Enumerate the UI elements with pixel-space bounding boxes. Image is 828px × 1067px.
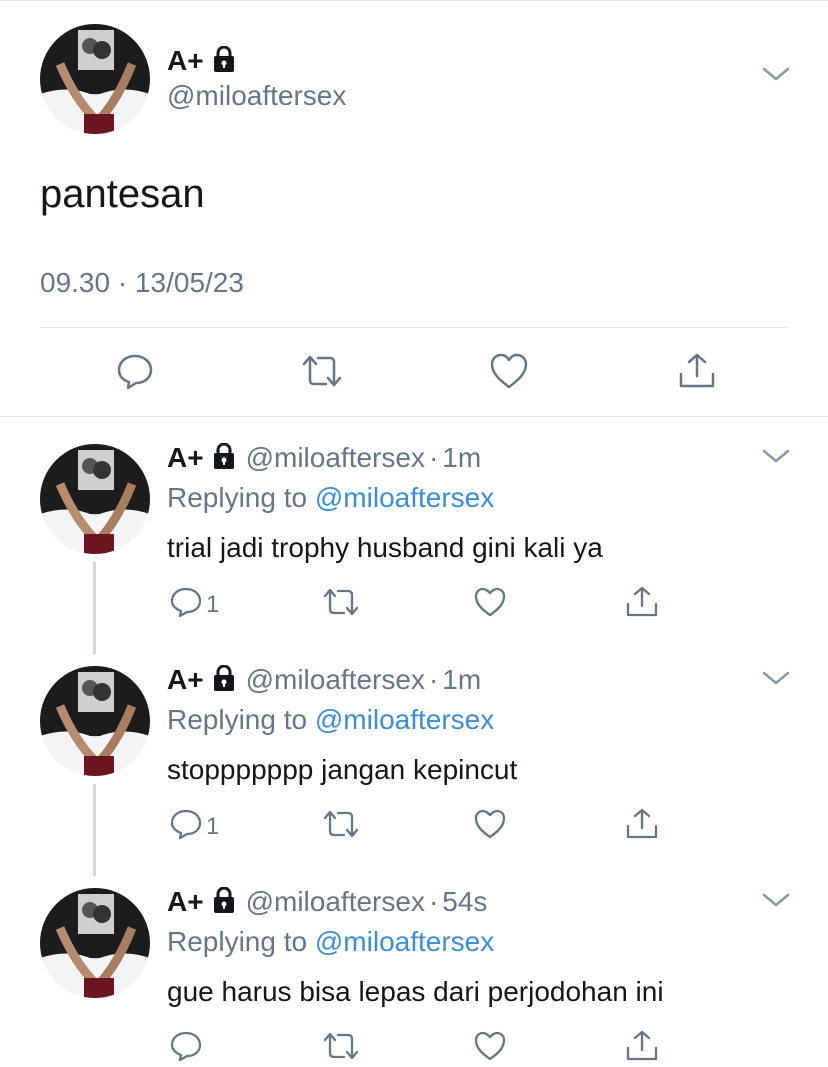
avatar[interactable] xyxy=(40,24,150,134)
author-handle[interactable]: @miloaftersex xyxy=(246,886,425,918)
like-icon[interactable] xyxy=(473,1030,507,1062)
reply-text: gue harus bisa lepas dari perjodohan ini xyxy=(167,976,664,1007)
replying-to-label: Replying to xyxy=(167,482,308,513)
avatar[interactable] xyxy=(40,666,150,776)
retweet-icon[interactable] xyxy=(322,808,360,840)
reply-button[interactable]: 1 xyxy=(170,586,219,623)
separator: · xyxy=(428,664,439,695)
reply-header: A+ @miloaftersex · 1m xyxy=(167,662,481,698)
author-name-row[interactable]: A+ xyxy=(167,44,236,78)
share-icon[interactable] xyxy=(677,352,717,395)
reply-header: A+ @miloaftersex · 54s xyxy=(167,884,487,920)
tweet-text: pantesan xyxy=(40,172,205,216)
tweet-age[interactable]: 1m xyxy=(442,664,481,696)
reply-icon xyxy=(170,1030,202,1067)
display-name[interactable]: A+ xyxy=(167,45,204,77)
replying-to-label: Replying to xyxy=(167,704,308,735)
replying-to-mention[interactable]: @miloaftersex xyxy=(315,482,494,513)
reply-icon xyxy=(170,586,202,623)
replying-to-label: Replying to xyxy=(167,926,308,957)
display-name[interactable]: A+ xyxy=(167,664,204,696)
replying-to-mention[interactable]: @miloaftersex xyxy=(315,704,494,735)
reply-icon[interactable] xyxy=(116,352,154,395)
reply-text: stoppppppp jangan kepincut xyxy=(167,754,518,785)
lock-icon xyxy=(212,664,236,696)
reply-icon xyxy=(170,808,202,845)
like-icon[interactable] xyxy=(489,352,529,395)
retweet-icon[interactable] xyxy=(300,352,344,395)
tweet-timestamp[interactable]: 09.30 · 13/05/23 xyxy=(40,267,244,299)
lock-icon xyxy=(212,886,236,918)
avatar[interactable] xyxy=(40,444,150,554)
tweet-age[interactable]: 1m xyxy=(442,442,481,474)
tweet-age[interactable]: 54s xyxy=(442,886,487,918)
divider xyxy=(40,327,788,328)
like-icon[interactable] xyxy=(473,586,507,618)
lock-icon xyxy=(212,442,236,474)
chevron-down-icon[interactable] xyxy=(762,670,790,691)
reply-tweet: A+ @miloaftersex · 54s Replying to @milo… xyxy=(0,862,828,1067)
chevron-down-icon[interactable] xyxy=(762,66,790,87)
share-icon[interactable] xyxy=(625,1030,659,1062)
retweet-icon[interactable] xyxy=(322,1030,360,1062)
replying-to-line: Replying to @miloaftersex xyxy=(167,482,494,514)
reply-text: trial jadi trophy husband gini kali ya xyxy=(167,532,603,563)
reply-tweet: A+ @miloaftersex · 1m Replying to @miloa… xyxy=(0,640,828,862)
main-tweet: A+ @miloaftersex pantesan 09.30 · 13/05/… xyxy=(0,0,828,418)
separator: · xyxy=(428,886,439,917)
author-handle[interactable]: @miloaftersex xyxy=(246,442,425,474)
replying-to-line: Replying to @miloaftersex xyxy=(167,704,494,736)
reply-tweet: A+ @miloaftersex · 1m Replying to @miloa… xyxy=(0,418,828,640)
author-handle[interactable]: @miloaftersex xyxy=(167,80,346,112)
replying-to-mention[interactable]: @miloaftersex xyxy=(315,926,494,957)
retweet-icon[interactable] xyxy=(322,586,360,618)
separator: · xyxy=(428,442,439,473)
reply-count: 1 xyxy=(206,812,220,840)
reply-count: 1 xyxy=(206,590,220,618)
display-name[interactable]: A+ xyxy=(167,886,204,918)
section-divider xyxy=(0,416,828,417)
chevron-down-icon[interactable] xyxy=(762,448,790,469)
lock-icon xyxy=(212,45,236,77)
chevron-down-icon[interactable] xyxy=(762,892,790,913)
reply-button[interactable] xyxy=(170,1030,206,1067)
replying-to-line: Replying to @miloaftersex xyxy=(167,926,494,958)
share-icon[interactable] xyxy=(625,586,659,618)
reply-button[interactable]: 1 xyxy=(170,808,219,845)
share-icon[interactable] xyxy=(625,808,659,840)
avatar[interactable] xyxy=(40,888,150,998)
reply-header: A+ @miloaftersex · 1m xyxy=(167,440,481,476)
like-icon[interactable] xyxy=(473,808,507,840)
display-name[interactable]: A+ xyxy=(167,442,204,474)
author-handle[interactable]: @miloaftersex xyxy=(246,664,425,696)
